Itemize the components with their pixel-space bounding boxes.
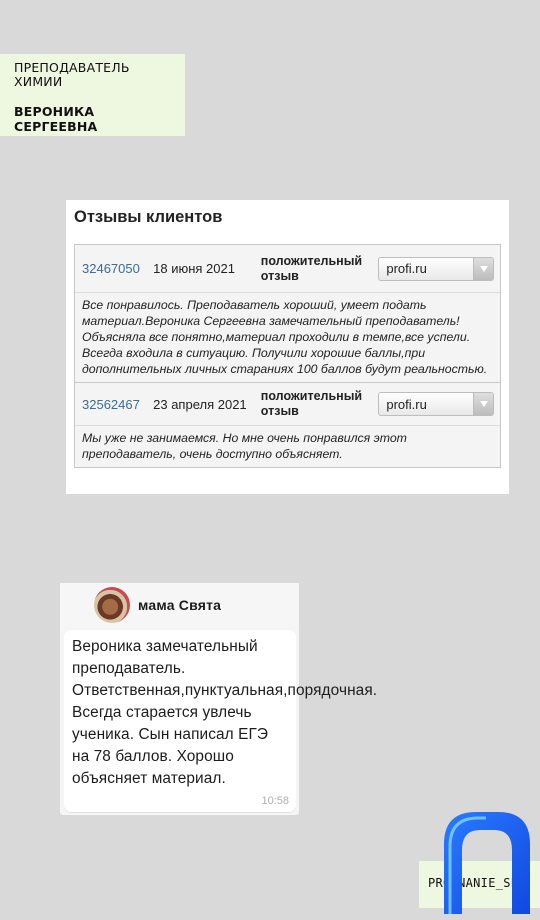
teacher-card: ПРЕПОДАВАТЕЛЬ ХИМИИ ВЕРОНИКА СЕРГЕЕВНА <box>0 54 185 136</box>
review-id-link[interactable]: 32467050 <box>82 261 153 276</box>
chat-message-bubble: Вероника замечательный преподаватель. От… <box>64 630 378 812</box>
reviews-table: 32467050 18 июня 2021 положительный отзы… <box>74 244 501 468</box>
chat-header: мама Свята <box>60 583 299 627</box>
chat-sender-name: мама Свята <box>138 597 222 613</box>
teacher-name: ВЕРОНИКА СЕРГЕЕВНА <box>14 104 98 134</box>
review-source-select[interactable]: profi.ru <box>378 392 495 416</box>
review-text: Мы уже не занимаемся. Но мне очень понра… <box>75 426 500 467</box>
review-type: положительный отзыв <box>260 389 363 418</box>
review-type: положительный отзыв <box>260 253 363 283</box>
review-header-1: 32467050 18 июня 2021 положительный отзы… <box>75 245 500 293</box>
source-select-value: profi.ru <box>386 261 427 276</box>
teacher-role: ПРЕПОДАВАТЕЛЬ ХИМИИ <box>14 60 130 89</box>
chat-screenshot: мама Свята Вероника замечательный препод… <box>60 583 378 815</box>
review-date: 23 апреля 2021 <box>153 396 247 412</box>
chevron-down-icon[interactable] <box>473 393 494 415</box>
source-select-value: profi.ru <box>386 396 427 412</box>
review-text: Все понравилось. Преподаватель хороший, … <box>75 293 500 382</box>
review-source-select[interactable]: profi.ru <box>378 256 495 281</box>
reviews-title: Отзывы клиентов <box>74 208 223 226</box>
chevron-down-icon[interactable] <box>473 257 494 280</box>
chat-message-text: Вероника замечательный преподаватель. От… <box>72 638 378 787</box>
review-date: 18 июня 2021 <box>153 261 235 276</box>
review-header-2: 32562467 23 апреля 2021 положительный от… <box>75 382 500 426</box>
blue-arch-logo-icon <box>444 812 530 914</box>
reviews-panel: Отзывы клиентов 32467050 18 июня 2021 по… <box>66 200 509 494</box>
avatar <box>94 587 130 623</box>
review-id-link[interactable]: 32562467 <box>82 397 153 412</box>
chat-message-time: 10:58 <box>261 795 289 807</box>
